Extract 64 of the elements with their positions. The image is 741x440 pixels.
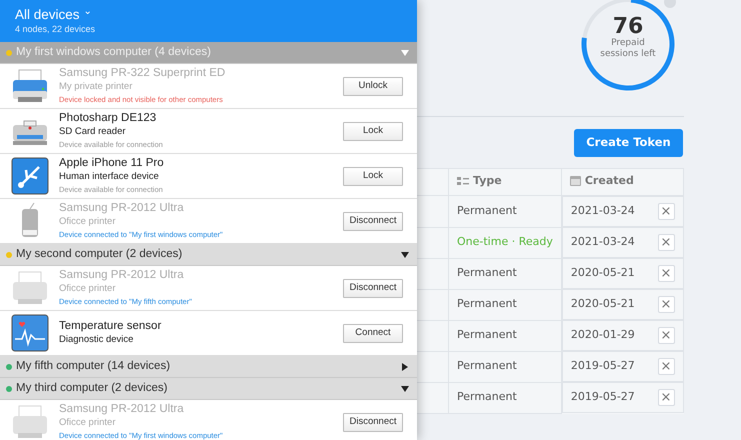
device-action-button[interactable]: Lock [343, 166, 403, 186]
collapse-icon[interactable] [401, 250, 409, 258]
table-cell-text: 2020-05-21 [570, 296, 635, 312]
device-type: Diagnostic device [59, 333, 134, 347]
table-cell: Permanent [448, 382, 562, 413]
calendar-icon [570, 176, 581, 186]
device-type: Oficce printer [59, 416, 116, 430]
group-name: My first windows computer (4 devices) [16, 44, 211, 60]
device-name: Temperature sensor [59, 319, 162, 333]
create-token-button[interactable]: Create Token [574, 129, 683, 157]
group-name: My second computer (2 devices) [16, 246, 182, 262]
table-cell: Permanent [448, 320, 562, 351]
expand-icon[interactable] [401, 362, 409, 370]
device-type: Oficce printer [59, 215, 116, 229]
remove-button[interactable]: × [658, 234, 674, 251]
remove-button[interactable]: × [658, 358, 674, 375]
collapse-icon[interactable] [401, 384, 409, 392]
remove-button[interactable]: × [658, 203, 674, 220]
device-name: Samsung PR-2012 Ultra [59, 402, 185, 416]
group-header[interactable]: My second computer (2 devices) [0, 244, 417, 266]
device-action-button[interactable]: Connect [343, 324, 403, 342]
group-name: My fifth computer (14 devices) [16, 358, 170, 374]
device-type: My private printer [59, 80, 134, 94]
table-cell: Permanent [448, 258, 562, 289]
table-cell: Permanent [448, 289, 562, 320]
group-header[interactable]: My third computer (2 devices) [0, 378, 417, 400]
device-action-button[interactable]: Unlock [343, 76, 403, 96]
device-action-button[interactable]: Disconnect [343, 412, 403, 432]
device-name: Samsung PR-2012 Ultra [59, 201, 185, 215]
device-name: Photosharp DE123 [59, 111, 158, 125]
device-type: Human interface device [59, 170, 160, 184]
remove-button[interactable]: × [658, 327, 674, 344]
panel-title[interactable]: All devices [15, 6, 80, 23]
table-cell: Permanent [448, 351, 562, 382]
table-cell: Permanent [448, 196, 562, 227]
device-action-button[interactable]: Disconnect [343, 278, 403, 298]
table-cell-text: 2019-05-27 [570, 358, 635, 374]
usb-icon [10, 156, 50, 196]
table-cell-text: 2020-01-29 [570, 327, 635, 344]
heart-monitor-icon [10, 313, 50, 353]
device-name: Apple iPhone 11 Pro [59, 156, 164, 170]
list-icon [457, 176, 469, 186]
gauge-label: Prepaid sessions left [600, 38, 656, 60]
table-cell-text: 2019-05-27 [570, 389, 635, 406]
table-cell-text: 2020-05-21 [570, 265, 635, 282]
device-name: Samsung PR-2012 Ultra [59, 268, 185, 282]
group-header[interactable]: My fifth computer (14 devices) [0, 356, 417, 378]
panel-subtitle: 4 nodes, 22 devices [15, 23, 96, 35]
column-label: Type [473, 172, 502, 189]
remove-button[interactable]: × [658, 296, 674, 313]
device-action-button[interactable]: Lock [343, 122, 403, 140]
device-type: SD Card reader [59, 125, 127, 139]
column-label: Created [584, 172, 634, 189]
table-cell-text: 2021-03-24 [570, 234, 635, 250]
device-action-button[interactable]: Disconnect [343, 212, 403, 230]
table-cell: One-time · Ready [448, 227, 562, 258]
table-cell-text: 2021-03-24 [570, 203, 635, 220]
caret-icon[interactable]: ⌄ [84, 3, 92, 20]
group-name: My third computer (2 devices) [16, 380, 168, 396]
device-name: Samsung PR-322 Superprint ED [59, 66, 226, 80]
gauge-value: 76 [612, 16, 644, 38]
device-type: Oficce printer [59, 282, 116, 296]
remove-button[interactable]: × [658, 265, 674, 282]
remove-button[interactable]: × [658, 389, 674, 406]
